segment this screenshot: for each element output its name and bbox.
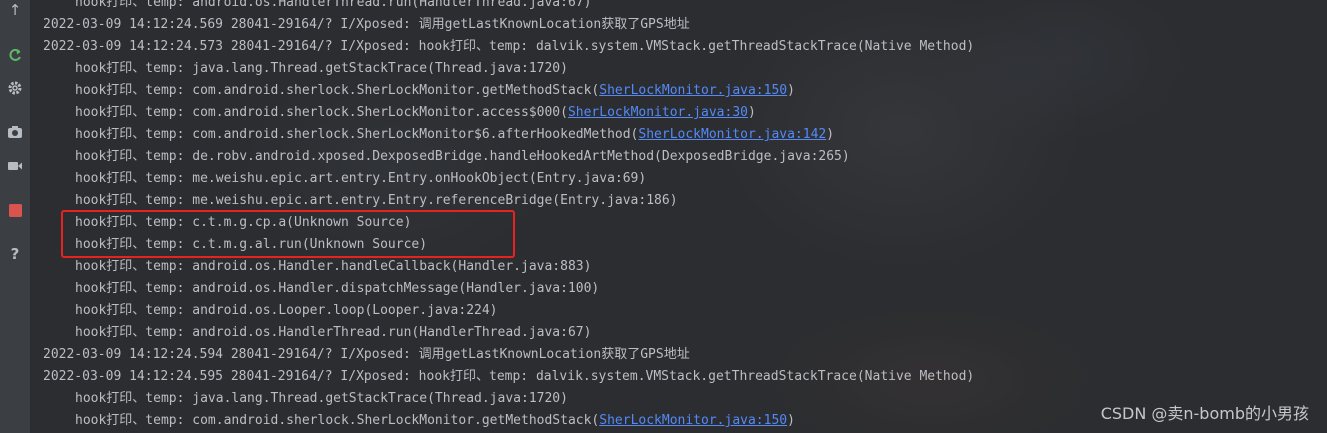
video-icon[interactable] xyxy=(5,156,25,176)
log-text: hook打印、temp: com.android.sherlock.SherLo… xyxy=(75,105,568,120)
log-line-stack: hook打印、temp: java.lang.Thread.getStackTr… xyxy=(75,391,568,406)
log-line-stack: hook打印、temp: c.t.m.g.cp.a(Unknown Source… xyxy=(75,215,412,230)
log-text: hook打印、temp: com.android.sherlock.SherLo… xyxy=(75,413,600,428)
log-line-stack: hook打印、temp: c.t.m.g.al.run(Unknown Sour… xyxy=(75,237,428,252)
log-line-stack: hook打印、temp: de.robv.android.xposed.Dexp… xyxy=(75,149,850,164)
logcat-console[interactable]: hook打印、temp: android.os.HandlerThread.ru… xyxy=(31,0,1327,433)
camera-icon[interactable] xyxy=(5,122,25,142)
stop-icon[interactable] xyxy=(5,200,25,220)
log-text: hook打印、temp: com.android.sherlock.SherLo… xyxy=(75,127,639,142)
watermark: CSDN @卖n-bomb的小男孩 xyxy=(1100,404,1309,423)
up-arrow-icon[interactable]: ↑ xyxy=(5,0,25,20)
log-text: ) xyxy=(787,413,795,428)
log-line-timestamped: 2022-03-09 14:12:24.573 28041-29164/? I/… xyxy=(43,39,975,54)
log-line-stack: hook打印、temp: java.lang.Thread.getStackTr… xyxy=(75,61,568,76)
log-line-timestamped: 2022-03-09 14:12:24.569 28041-29164/? I/… xyxy=(43,17,690,32)
log-line-stack: hook打印、temp: com.android.sherlock.SherLo… xyxy=(31,80,974,102)
help-icon[interactable]: ? xyxy=(5,244,25,264)
log-line-stack: hook打印、temp: me.weishu.epic.art.entry.En… xyxy=(75,171,647,186)
log-line-stack: hook打印、temp: com.android.sherlock.SherLo… xyxy=(31,410,974,432)
source-link[interactable]: SherLockMonitor.java:150 xyxy=(599,413,787,428)
source-link[interactable]: SherLockMonitor.java:150 xyxy=(599,83,787,98)
log-line-timestamped: 2022-03-09 14:12:24.595 28041-29164/? I/… xyxy=(43,369,975,384)
log-line-stack: hook打印、temp: android.os.Handler.handleCa… xyxy=(75,259,592,274)
log-text: ) xyxy=(787,83,795,98)
rerun-icon[interactable] xyxy=(5,45,25,65)
settings-icon[interactable] xyxy=(5,78,25,98)
source-link[interactable]: SherLockMonitor.java:142 xyxy=(638,127,826,142)
source-link[interactable]: SherLockMonitor.java:30 xyxy=(568,105,748,120)
log-line-stack: hook打印、temp: android.os.Looper.loop(Loop… xyxy=(75,303,498,318)
log-text: hook打印、temp: com.android.sherlock.SherLo… xyxy=(75,83,600,98)
log-line-stack: hook打印、temp: android.os.Handler.dispatch… xyxy=(75,281,600,296)
log-line-timestamped: 2022-03-09 14:12:24.594 28041-29164/? I/… xyxy=(43,347,690,362)
log-line-stack: hook打印、temp: android.os.HandlerThread.ru… xyxy=(75,0,592,10)
log-line-stack: hook打印、temp: me.weishu.epic.art.entry.En… xyxy=(75,193,678,208)
log-text: ) xyxy=(747,105,756,120)
log-line-stack: hook打印、temp: com.android.sherlock.SherLo… xyxy=(31,102,974,124)
log-line-stack: hook打印、temp: com.android.sherlock.SherLo… xyxy=(31,124,974,146)
tool-gutter: ↑ ? xyxy=(0,0,31,433)
log-text: ) xyxy=(826,127,835,142)
log-line-stack: hook打印、temp: android.os.HandlerThread.ru… xyxy=(75,325,592,340)
log-lines: hook打印、temp: android.os.HandlerThread.ru… xyxy=(31,0,974,432)
